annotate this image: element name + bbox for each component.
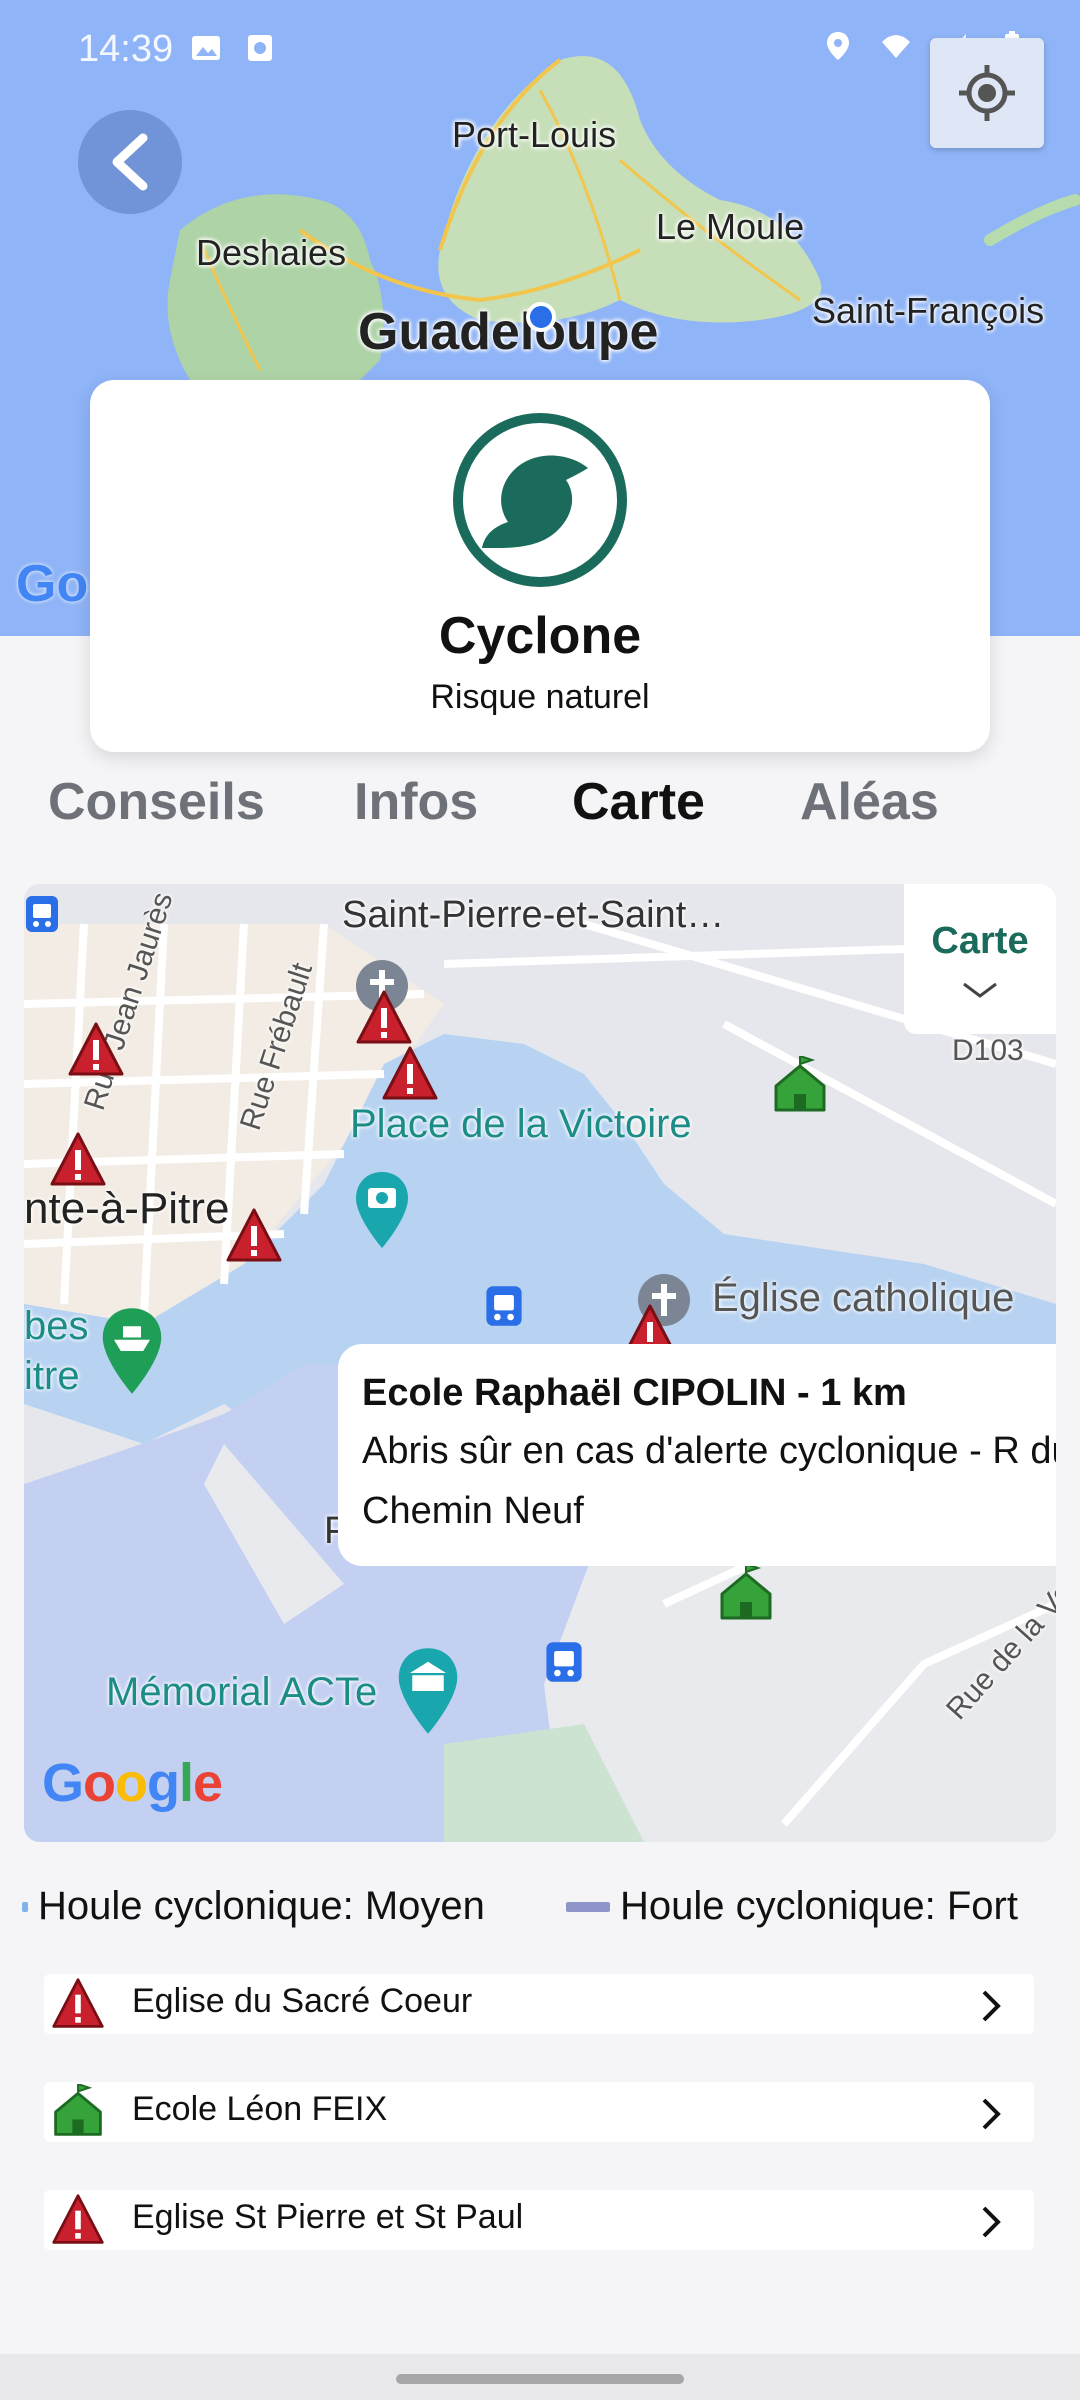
location-icon: [827, 32, 849, 60]
screen-record-icon: [248, 35, 272, 61]
tab-conseils[interactable]: Conseils: [48, 772, 265, 832]
legend-label: Houle cyclonique: Fort: [620, 1884, 1018, 1928]
hazard-header-card: Cyclone Risque naturel: [90, 380, 990, 752]
bus-stop-icon[interactable]: [24, 894, 60, 934]
hazard-map[interactable]: Saint-Pierre-et-Saint… D103 Rue Jean Jau…: [24, 884, 1056, 1842]
list-item[interactable]: Ecole Léon FEIX: [44, 2082, 1034, 2142]
bus-stop-icon[interactable]: [544, 1640, 584, 1684]
map-label-le-moule: Le Moule: [656, 206, 805, 247]
chevron-down-icon: [963, 982, 997, 998]
museum-pin-icon[interactable]: [396, 1646, 460, 1736]
chevron-right-icon: [982, 2206, 1001, 2238]
map-label-place-victoire: Place de la Victoire: [350, 1102, 692, 1146]
legend-item-fort: Houle cyclonique: Fort: [566, 1884, 1018, 1929]
wifi-icon: [882, 35, 910, 58]
bus-stop-icon[interactable]: [484, 1284, 524, 1328]
map-legend: Houle cyclonique: Moyen Houle cyclonique…: [0, 1884, 1080, 1944]
map-label-itre: itre: [24, 1354, 80, 1398]
list-item-label: Ecole Léon FEIX: [132, 2090, 388, 2128]
chevron-right-icon: [982, 2098, 1001, 2130]
status-bar: 14:39: [0, 0, 1080, 100]
chevron-right-icon: [982, 1990, 1001, 2022]
google-logo-top: Go: [16, 555, 89, 613]
map-label-saint-pierre: Saint-Pierre-et-Saint…: [342, 894, 725, 936]
info-window-text: Abris sûr en cas d'alerte cyclonique - R…: [362, 1430, 1056, 1532]
hazard-subtitle: Risque naturel: [430, 678, 650, 716]
shelter-house-icon: [54, 2084, 102, 2136]
legend-label: Houle cyclonique: Moyen: [38, 1884, 485, 1928]
warning-icon[interactable]: [66, 1020, 126, 1080]
map-type-button[interactable]: Carte: [904, 884, 1056, 1034]
tab-aleas[interactable]: Aléas: [800, 772, 939, 832]
google-logo: Google: [42, 1753, 223, 1813]
map-label-pointe-a-pitre: nte-à-Pitre: [24, 1184, 230, 1233]
info-window-title: Ecole Raphaël CIPOLIN - 1 km: [362, 1372, 907, 1414]
warning-icon: [52, 2194, 104, 2244]
shelter-house-icon[interactable]: [770, 1056, 830, 1116]
warning-icon[interactable]: [380, 1044, 440, 1104]
crosshair-icon: [959, 65, 1015, 121]
map-label-saint-francois: Saint-François: [812, 290, 1045, 331]
user-location-dot: [526, 302, 556, 332]
legend-swatch: [22, 1901, 28, 1912]
map-label-eglise-catholique: Église catholique: [712, 1276, 1015, 1320]
ferry-pin-icon[interactable]: [100, 1306, 164, 1396]
tab-infos[interactable]: Infos: [354, 772, 478, 832]
back-button[interactable]: [78, 110, 182, 214]
camera-pin-icon[interactable]: [354, 1170, 410, 1250]
map-label-port-louis: Port-Louis: [452, 114, 617, 155]
map-type-label: Carte: [931, 920, 1029, 962]
list-item[interactable]: Eglise St Pierre et St Paul: [44, 2190, 1034, 2250]
warning-icon[interactable]: [224, 1206, 284, 1266]
warning-icon[interactable]: [354, 988, 414, 1048]
list-item-label: Eglise du Sacré Coeur: [132, 1982, 473, 2020]
gallery-icon: [192, 36, 220, 60]
list-item[interactable]: Eglise du Sacré Coeur: [44, 1974, 1034, 2034]
tab-bar: Conseils Infos Carte Aléas: [0, 772, 1080, 852]
map-label-memorial: Mémorial ACTe: [106, 1670, 378, 1714]
cyclone-icon: [453, 413, 627, 587]
system-nav-bar: [0, 2354, 1080, 2400]
list-item-label: Eglise St Pierre et St Paul: [132, 2198, 524, 2236]
home-handle[interactable]: [396, 2374, 684, 2384]
map-info-window[interactable]: Ecole Raphaël CIPOLIN - 1 km Abris sûr e…: [338, 1344, 1056, 1566]
hazard-title: Cyclone: [438, 607, 642, 665]
map-label-deshaies: Deshaies: [196, 232, 347, 273]
legend-item-moyen: Houle cyclonique: Moyen: [22, 1884, 485, 1929]
shelter-house-icon[interactable]: [716, 1564, 776, 1624]
status-time: 14:39: [78, 28, 174, 70]
tab-carte[interactable]: Carte: [572, 772, 705, 832]
legend-swatch: [566, 1901, 610, 1912]
my-location-button[interactable]: [930, 38, 1044, 148]
map-label-d103: D103: [952, 1034, 1024, 1067]
warning-icon: [52, 1978, 104, 2028]
map-label-bes: bes: [24, 1304, 89, 1348]
map-label-guadeloupe: Guadeloupe: [358, 303, 659, 361]
warning-icon[interactable]: [48, 1130, 108, 1190]
arrow-left-icon: [112, 133, 148, 191]
